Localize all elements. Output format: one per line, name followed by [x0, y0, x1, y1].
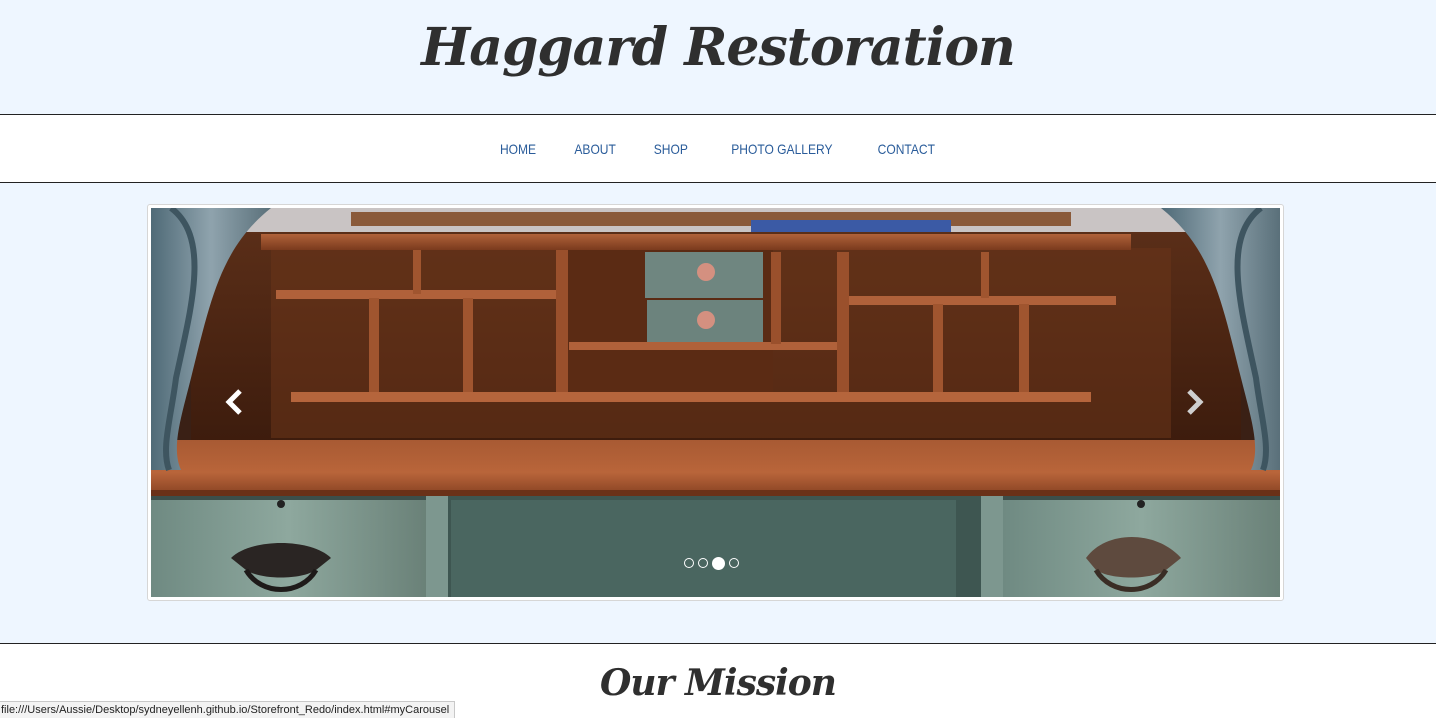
- nav-item-contact: CONTACT: [873, 139, 940, 158]
- carousel-indicator-3[interactable]: [712, 556, 725, 570]
- nav-link-photo-gallery[interactable]: PHOTO GALLERY: [731, 141, 832, 157]
- image-carousel: [147, 204, 1284, 601]
- carousel-prev-button[interactable]: [220, 387, 250, 417]
- mission-title: Our Mission: [600, 662, 837, 704]
- site-header: Haggard Restoration: [0, 0, 1436, 115]
- nav-link-contact[interactable]: CONTACT: [877, 141, 934, 157]
- browser-status-bar: file:///Users/Aussie/Desktop/sydneyellen…: [0, 701, 456, 718]
- nav-link-shop[interactable]: SHOP: [654, 141, 688, 157]
- main-nav: HOME ABOUT SHOP PHOTO GALLERY CONTACT: [0, 115, 1436, 183]
- nav-item-photo-gallery: PHOTO GALLERY: [723, 139, 841, 158]
- carousel-next-button[interactable]: [1179, 387, 1209, 417]
- chevron-left-icon: [225, 389, 242, 415]
- carousel-indicator-2[interactable]: [698, 558, 708, 568]
- carousel-indicator-1[interactable]: [684, 558, 694, 568]
- nav-item-home: HOME: [497, 139, 539, 158]
- nav-link-home[interactable]: HOME: [500, 141, 536, 157]
- nav-item-about: ABOUT: [571, 139, 619, 158]
- carousel-indicator-4[interactable]: [729, 558, 739, 568]
- carousel-slide-image: [151, 208, 1280, 597]
- nav-item-shop: SHOP: [651, 139, 691, 158]
- nav-link-about[interactable]: ABOUT: [574, 141, 615, 157]
- carousel-indicators: [684, 556, 739, 570]
- chevron-right-icon: [1187, 389, 1204, 415]
- desk-photo: [151, 208, 1280, 597]
- nav-list: HOME ABOUT SHOP PHOTO GALLERY CONTACT: [0, 115, 1436, 182]
- brand-title[interactable]: Haggard Restoration: [0, 8, 1436, 88]
